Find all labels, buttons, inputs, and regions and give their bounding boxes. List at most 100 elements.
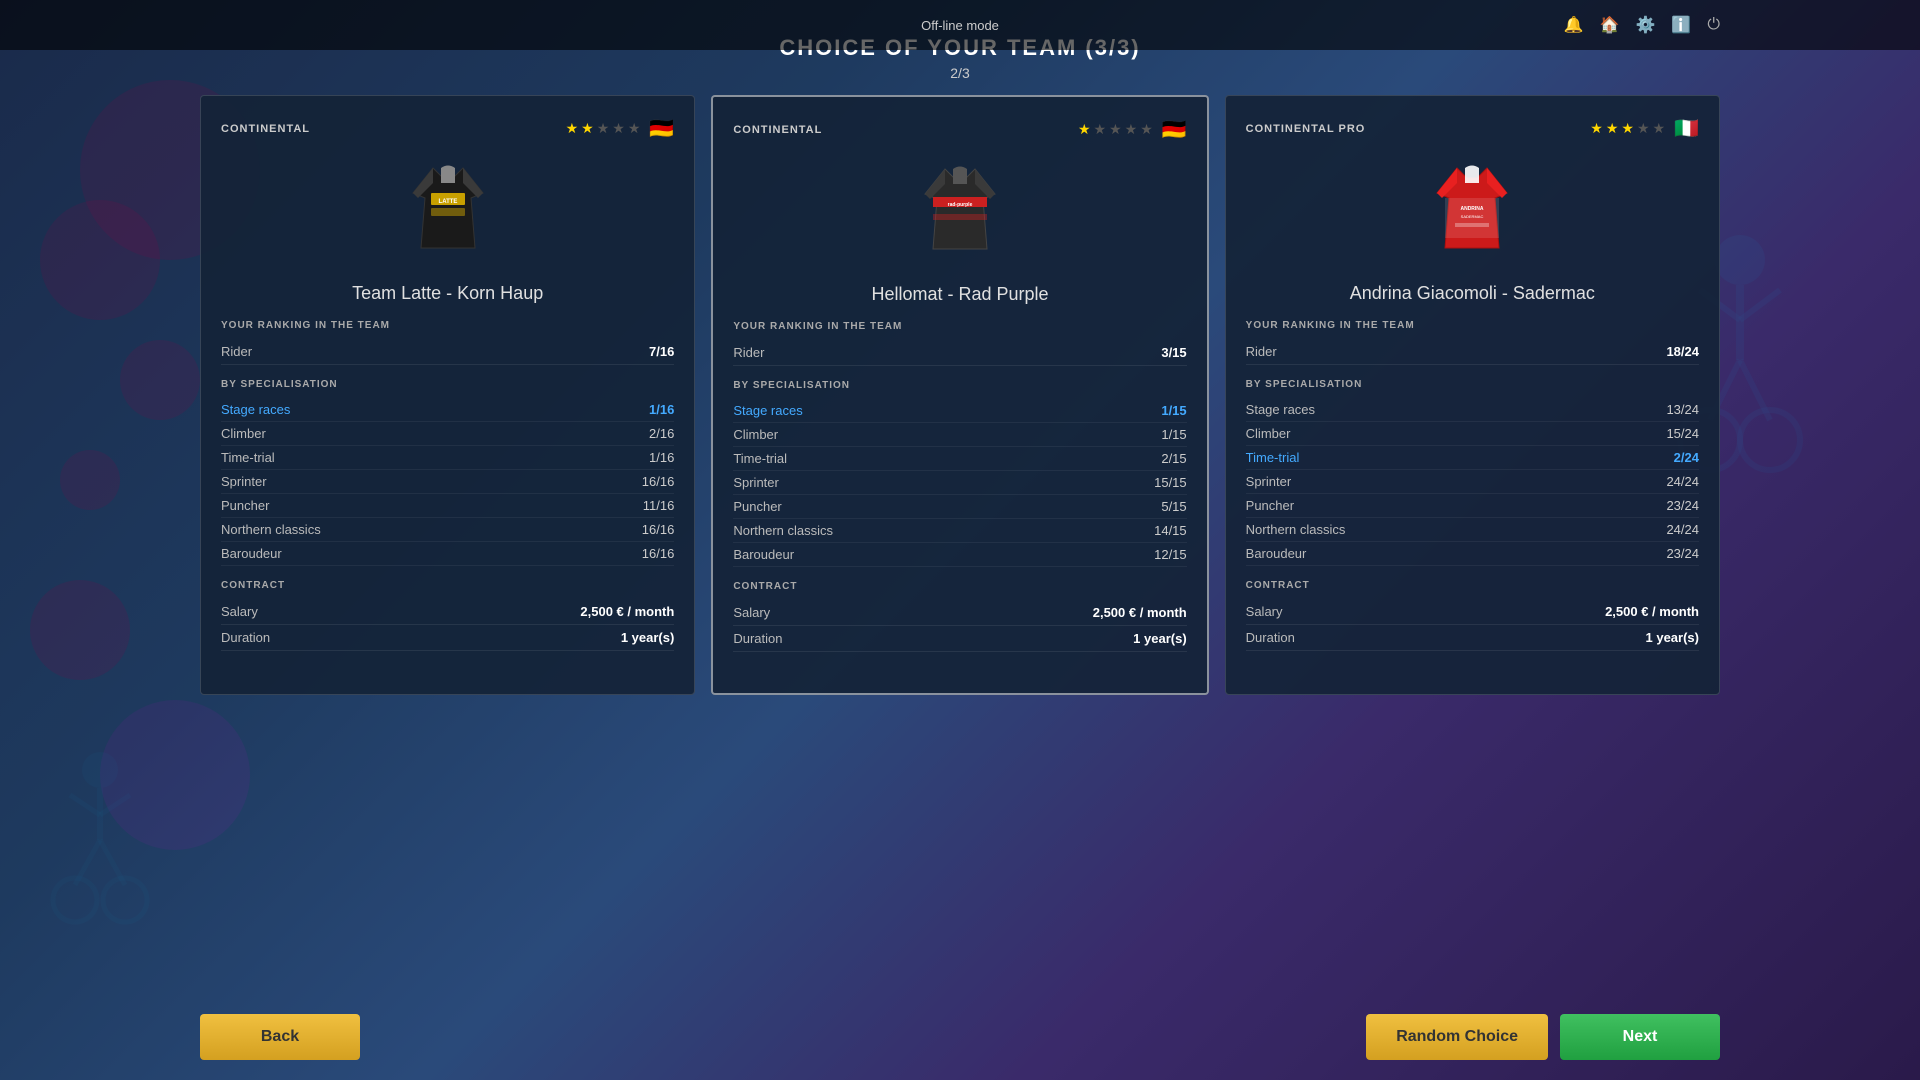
star-2-5: ★ bbox=[1140, 121, 1153, 138]
spec-row-2-2: Climber 1/15 bbox=[733, 423, 1186, 447]
spec-value-2-2: 1/15 bbox=[1161, 427, 1186, 442]
star-1-4: ★ bbox=[612, 120, 625, 137]
svg-text:LATTE: LATTE bbox=[438, 199, 457, 205]
spec-label-1-1: Stage races bbox=[221, 402, 290, 417]
next-button[interactable]: Next bbox=[1560, 1014, 1720, 1060]
topbar-icons: 🔔 🏠 ⚙️ ℹ️ ⏻ bbox=[1564, 15, 1720, 35]
spec-label-3-6: Northern classics bbox=[1246, 522, 1346, 537]
star-3-2: ★ bbox=[1606, 120, 1619, 137]
stars-1: ★ ★ ★ ★ ★ 🇩🇪 bbox=[566, 116, 675, 141]
spec-value-1-5: 11/16 bbox=[643, 498, 675, 513]
jersey-container-2: rad-purple bbox=[733, 154, 1186, 274]
spec-row-2-7: Baroudeur 12/15 bbox=[733, 543, 1186, 567]
spec-label-1-3: Time-trial bbox=[221, 450, 275, 465]
back-button[interactable]: Back bbox=[200, 1014, 360, 1060]
star-1-5: ★ bbox=[628, 120, 641, 137]
contract-section-1: CONTRACT bbox=[221, 580, 674, 591]
spec-value-1-1: 1/16 bbox=[649, 402, 674, 417]
spec-value-2-4: 15/15 bbox=[1154, 475, 1187, 490]
star-3-3: ★ bbox=[1621, 120, 1634, 137]
bottom-bar: Back Random Choice Next bbox=[0, 1014, 1920, 1060]
contract-section-2: CONTRACT bbox=[733, 581, 1186, 592]
salary-value-2: 2,500 € / month bbox=[1093, 605, 1187, 620]
rider-row-1: Rider 7/16 bbox=[221, 339, 674, 365]
topbar: Off-line mode 🔔 🏠 ⚙️ ℹ️ ⏻ bbox=[0, 0, 1920, 50]
svg-text:SADERMAC: SADERMAC bbox=[1461, 214, 1484, 219]
spec-value-1-3: 1/16 bbox=[649, 450, 674, 465]
settings-icon[interactable]: ⚙️ bbox=[1636, 15, 1656, 35]
spec-row-3-4: Sprinter 24/24 bbox=[1246, 470, 1699, 494]
salary-value-1: 2,500 € / month bbox=[580, 604, 674, 619]
spec-label-2-3: Time-trial bbox=[733, 451, 787, 466]
spec-row-3-7: Baroudeur 23/24 bbox=[1246, 542, 1699, 566]
spec-row-2-6: Northern classics 14/15 bbox=[733, 519, 1186, 543]
salary-label-3: Salary bbox=[1246, 604, 1283, 619]
spec-label-2-7: Baroudeur bbox=[733, 547, 794, 562]
spec-row-1-2: Climber 2/16 bbox=[221, 422, 674, 446]
star-2-2: ★ bbox=[1094, 121, 1107, 138]
team-card-3[interactable]: CONTINENTAL PRO ★ ★ ★ ★ ★ 🇮🇹 ANDRINA SAD… bbox=[1225, 95, 1720, 695]
spec-value-2-7: 12/15 bbox=[1154, 547, 1187, 562]
spec-label-3-2: Climber bbox=[1246, 426, 1291, 441]
spec-label-3-5: Puncher bbox=[1246, 498, 1294, 513]
spec-value-2-6: 14/15 bbox=[1154, 523, 1187, 538]
stars-2: ★ ★ ★ ★ ★ 🇩🇪 bbox=[1078, 117, 1187, 142]
rider-row-2: Rider 3/15 bbox=[733, 340, 1186, 366]
spec-value-1-7: 16/16 bbox=[642, 546, 675, 561]
spec-value-3-3: 2/24 bbox=[1674, 450, 1699, 465]
salary-row-2: Salary 2,500 € / month bbox=[733, 600, 1186, 626]
spec-row-3-3: Time-trial 2/24 bbox=[1246, 446, 1699, 470]
flag-1: 🇩🇪 bbox=[649, 116, 674, 141]
spec-label-2-2: Climber bbox=[733, 427, 778, 442]
ranking-section-2: YOUR RANKING IN THE TEAM bbox=[733, 321, 1186, 332]
spec-row-2-4: Sprinter 15/15 bbox=[733, 471, 1186, 495]
spec-row-1-1: Stage races 1/16 bbox=[221, 398, 674, 422]
salary-label-2: Salary bbox=[733, 605, 770, 620]
spec-value-2-3: 2/15 bbox=[1161, 451, 1186, 466]
spec-value-3-6: 24/24 bbox=[1666, 522, 1699, 537]
spec-section-2: BY SPECIALISATION bbox=[733, 380, 1186, 391]
random-choice-button[interactable]: Random Choice bbox=[1366, 1014, 1548, 1060]
spec-label-1-5: Puncher bbox=[221, 498, 269, 513]
duration-value-2: 1 year(s) bbox=[1133, 631, 1186, 646]
spec-row-3-1: Stage races 13/24 bbox=[1246, 398, 1699, 422]
tier-label-3: CONTINENTAL PRO bbox=[1246, 123, 1366, 135]
spec-row-3-2: Climber 15/24 bbox=[1246, 422, 1699, 446]
stars-3: ★ ★ ★ ★ ★ 🇮🇹 bbox=[1590, 116, 1699, 141]
rider-label-2: Rider bbox=[733, 345, 764, 360]
spec-section-1: BY SPECIALISATION bbox=[221, 379, 674, 390]
spec-row-3-5: Puncher 23/24 bbox=[1246, 494, 1699, 518]
salary-label-1: Salary bbox=[221, 604, 258, 619]
spec-value-3-7: 23/24 bbox=[1666, 546, 1699, 561]
spec-label-3-3: Time-trial bbox=[1246, 450, 1300, 465]
spec-value-3-5: 23/24 bbox=[1666, 498, 1699, 513]
bell-icon[interactable]: 🔔 bbox=[1564, 15, 1584, 35]
duration-label-3: Duration bbox=[1246, 630, 1295, 645]
duration-value-1: 1 year(s) bbox=[621, 630, 674, 645]
star-1-1: ★ bbox=[566, 120, 579, 137]
spec-value-3-4: 24/24 bbox=[1666, 474, 1699, 489]
salary-value-3: 2,500 € / month bbox=[1605, 604, 1699, 619]
home-icon[interactable]: 🏠 bbox=[1600, 15, 1620, 35]
spec-label-1-6: Northern classics bbox=[221, 522, 321, 537]
flag-2: 🇩🇪 bbox=[1162, 117, 1187, 142]
spec-label-3-7: Baroudeur bbox=[1246, 546, 1307, 561]
spec-label-2-5: Puncher bbox=[733, 499, 781, 514]
spec-label-2-6: Northern classics bbox=[733, 523, 833, 538]
spec-row-1-4: Sprinter 16/16 bbox=[221, 470, 674, 494]
tier-label-1: CONTINENTAL bbox=[221, 123, 310, 135]
duration-value-3: 1 year(s) bbox=[1646, 630, 1699, 645]
spec-value-3-2: 15/24 bbox=[1666, 426, 1699, 441]
info-icon[interactable]: ℹ️ bbox=[1671, 15, 1691, 35]
spec-label-1-2: Climber bbox=[221, 426, 266, 441]
team-card-1[interactable]: CONTINENTAL ★ ★ ★ ★ ★ 🇩🇪 LATTE Tea bbox=[200, 95, 695, 695]
spec-section-3: BY SPECIALISATION bbox=[1246, 379, 1699, 390]
contract-section-3: CONTRACT bbox=[1246, 580, 1699, 591]
spec-row-1-6: Northern classics 16/16 bbox=[221, 518, 674, 542]
duration-row-2: Duration 1 year(s) bbox=[733, 626, 1186, 652]
star-2-1: ★ bbox=[1078, 121, 1091, 138]
salary-row-3: Salary 2,500 € / month bbox=[1246, 599, 1699, 625]
card-header-2: CONTINENTAL ★ ★ ★ ★ ★ 🇩🇪 bbox=[733, 117, 1186, 142]
team-card-2[interactable]: CONTINENTAL ★ ★ ★ ★ ★ 🇩🇪 rad-purple bbox=[711, 95, 1208, 695]
power-icon[interactable]: ⏻ bbox=[1707, 16, 1720, 34]
